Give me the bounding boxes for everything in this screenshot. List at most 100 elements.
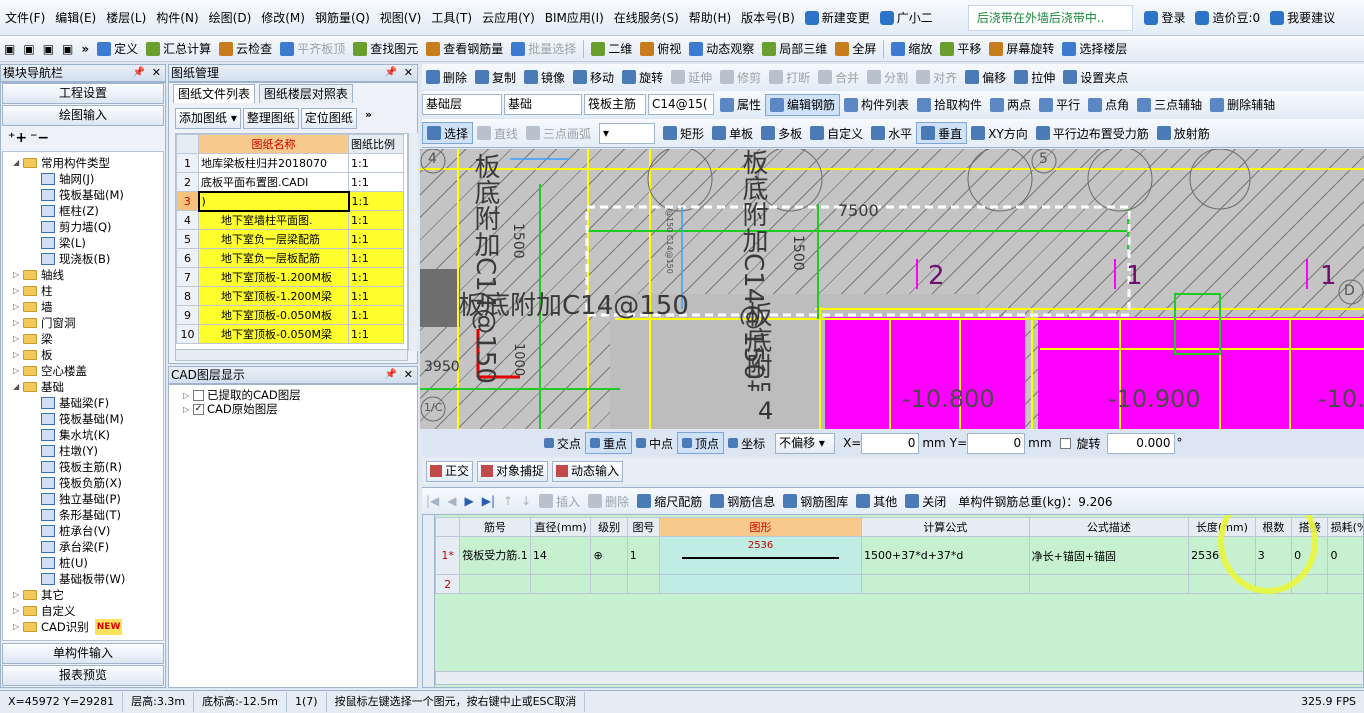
- toolbar-btn-7[interactable]: 二维: [587, 38, 636, 60]
- layer-btn-2[interactable]: 构件列表: [840, 94, 913, 116]
- toolbar-btn-8[interactable]: 俯视: [636, 38, 685, 60]
- tree-node-22[interactable]: 条形基础(T): [13, 507, 125, 523]
- edit-btn-6[interactable]: 修剪: [716, 66, 765, 88]
- tree-node-14[interactable]: ◢ 基础: [13, 379, 125, 395]
- locate-drawing-button[interactable]: 定位图纸: [300, 108, 357, 129]
- checkbox-unchecked[interactable]: [193, 389, 204, 401]
- drawing-name[interactable]: 地库梁板柱归并2018070: [198, 153, 349, 173]
- close-icon[interactable]: ✕: [404, 367, 413, 383]
- last-icon[interactable]: ▶|: [478, 490, 499, 512]
- drawing-ratio[interactable]: 1:1: [348, 267, 404, 287]
- rebar-cell-formula[interactable]: 1500+37*d+37*d: [861, 536, 1030, 575]
- next-icon[interactable]: ▶: [461, 490, 478, 512]
- snap-btn-4[interactable]: 坐标: [724, 432, 769, 454]
- rebar-cell-grade[interactable]: ⊕: [590, 536, 628, 575]
- rebar-btn-6[interactable]: 关闭: [901, 490, 950, 512]
- edit-btn-12[interactable]: 拉伸: [1010, 66, 1059, 88]
- project-settings-button[interactable]: 工程设置: [2, 83, 164, 104]
- menu-item-0[interactable]: 文件(F): [0, 0, 50, 35]
- drawing-hscrollbar[interactable]: [175, 349, 408, 361]
- guangxiaoer-button[interactable]: 广小二: [875, 0, 938, 35]
- rebar-cell-desc[interactable]: 净长+锚固+锚固: [1028, 536, 1190, 575]
- rebar-header-5[interactable]: 计算公式: [861, 517, 1030, 537]
- toolbar-btn-15[interactable]: 选择楼层: [1058, 38, 1131, 60]
- header-name[interactable]: 图纸名称: [198, 134, 349, 154]
- tab-drawing-floor-map[interactable]: 图纸楼层对照表: [258, 84, 353, 103]
- rebar-cell-dia[interactable]: [529, 574, 592, 594]
- prev-icon[interactable]: ◀: [443, 490, 460, 512]
- overflow-chevron-icon[interactable]: »: [81, 42, 89, 56]
- tree-node-13[interactable]: ▷ 空心楼盖: [13, 363, 125, 379]
- layer-select-spec[interactable]: C14@15(: [648, 94, 714, 115]
- tree-node-11[interactable]: ▷ 梁: [13, 331, 125, 347]
- rebar-btn-4[interactable]: 钢筋图库: [779, 490, 852, 512]
- collapse-arrow-icon[interactable]: ◢: [13, 379, 23, 395]
- draw-input-button[interactable]: 绘图输入: [2, 105, 164, 126]
- snap-btn-2[interactable]: 中点: [632, 432, 677, 454]
- single-component-input-button[interactable]: 单构件输入: [2, 643, 164, 664]
- drawing-row[interactable]: 7 地下室顶板-1.200M板 1:1: [176, 267, 404, 287]
- edit-btn-13[interactable]: 设置夹点: [1059, 66, 1132, 88]
- menu-item-3[interactable]: 构件(N): [151, 0, 203, 35]
- drawing-row[interactable]: 9 地下室顶板-0.050M板 1:1: [176, 305, 404, 325]
- rebar-cell-loss[interactable]: [1327, 574, 1363, 594]
- save-icon[interactable]: ▣: [39, 38, 58, 60]
- rebar-btn-5[interactable]: 其他: [852, 490, 901, 512]
- draw-btn-11[interactable]: 放射筋: [1153, 122, 1214, 144]
- rebar-cell-name[interactable]: 筏板受力筋.1: [459, 536, 531, 575]
- drawing-name[interactable]: 地下室墙柱平面图.: [198, 210, 349, 230]
- rebar-btn-3[interactable]: 钢筋信息: [706, 490, 779, 512]
- tab-drawing-files[interactable]: 图纸文件列表: [173, 84, 256, 103]
- up-icon[interactable]: ↑: [499, 490, 517, 512]
- layer-btn-3[interactable]: 拾取构件: [913, 94, 986, 116]
- rebar-cell-formula[interactable]: [861, 574, 1030, 594]
- rotate-checkbox[interactable]: [1059, 437, 1071, 449]
- tree-node-20[interactable]: 筏板负筋(X): [13, 475, 125, 491]
- snap-btn-3[interactable]: 顶点: [677, 432, 725, 454]
- snap2-btn-1[interactable]: 对象捕捉: [477, 460, 549, 482]
- pin-icon[interactable]: 📌: [385, 65, 397, 81]
- login-button[interactable]: 登录: [1139, 0, 1190, 35]
- rebar-cell-dia[interactable]: 14: [529, 536, 592, 575]
- y-input[interactable]: 0: [967, 432, 1026, 454]
- draw-btn-0[interactable]: 选择: [422, 122, 474, 144]
- toolbar-btn-3[interactable]: 平齐板顶: [276, 38, 349, 60]
- drawing-ratio[interactable]: 1:1: [348, 172, 404, 192]
- expand-arrow-icon[interactable]: ▷: [13, 315, 23, 331]
- draw-btn-6[interactable]: 自定义: [806, 122, 867, 144]
- x-input[interactable]: 0: [861, 432, 920, 454]
- drawing-vscrollbar[interactable]: [408, 133, 418, 351]
- menu-item-4[interactable]: 绘图(D): [204, 0, 257, 35]
- rebar-cell-shape[interactable]: 2536: [659, 536, 863, 575]
- edit-btn-3[interactable]: 移动: [569, 66, 618, 88]
- rebar-cell-name[interactable]: [459, 574, 531, 594]
- drawing-row[interactable]: 1 地库梁板柱归并2018070 1:1: [176, 153, 404, 173]
- expand-arrow-icon[interactable]: ▷: [13, 331, 23, 347]
- drawing-row[interactable]: 3) 1:1: [176, 190, 404, 212]
- tree-node-9[interactable]: ▷ 墙: [13, 299, 125, 315]
- toolbar-btn-13[interactable]: 平移: [936, 38, 985, 60]
- angle-input[interactable]: 0.000: [1106, 432, 1175, 454]
- expand-arrow-icon[interactable]: ▷: [13, 267, 23, 283]
- tree-node-28[interactable]: ▷ 自定义: [13, 603, 125, 619]
- toolbar-btn-0[interactable]: 定义: [93, 38, 142, 60]
- rebar-row[interactable]: 2: [434, 574, 1363, 594]
- tree-node-3[interactable]: 框柱(Z): [13, 203, 125, 219]
- tree-node-0[interactable]: ◢ 常用构件类型: [13, 155, 125, 171]
- menu-item-9[interactable]: 云应用(Y): [477, 0, 540, 35]
- menu-item-7[interactable]: 视图(V): [375, 0, 427, 35]
- tree-node-23[interactable]: 桩承台(V): [13, 523, 125, 539]
- drawing-ratio[interactable]: 1:1: [348, 248, 404, 268]
- down-icon[interactable]: ↓: [517, 490, 535, 512]
- menu-item-12[interactable]: 帮助(H): [684, 0, 736, 35]
- layer-select-type[interactable]: 基础: [504, 94, 582, 115]
- drawing-name[interactable]: 地下室顶板-1.200M梁: [198, 286, 349, 306]
- rebar-hscrollbar[interactable]: [435, 671, 1363, 685]
- drawing-ratio[interactable]: 1:1: [348, 153, 404, 173]
- menu-item-13[interactable]: 版本号(B): [736, 0, 800, 35]
- close-icon[interactable]: ✕: [404, 65, 413, 81]
- tree-node-1[interactable]: 轴网(J): [13, 171, 125, 187]
- edit-btn-2[interactable]: 镜像: [520, 66, 569, 88]
- tree-node-21[interactable]: 独立基础(P): [13, 491, 125, 507]
- snap2-btn-0[interactable]: 正交: [426, 460, 474, 482]
